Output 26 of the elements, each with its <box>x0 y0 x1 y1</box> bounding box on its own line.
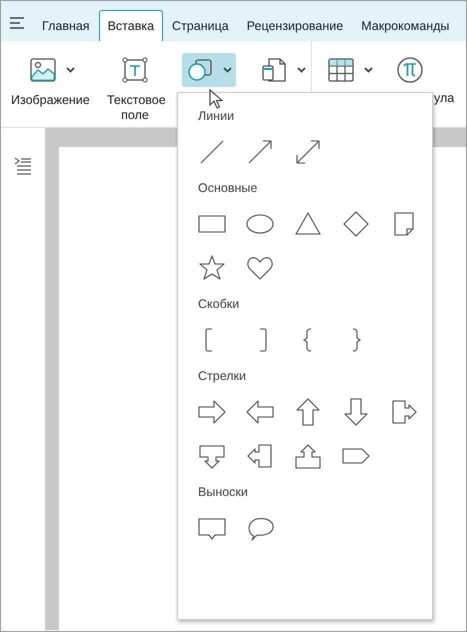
tab[interactable]: Главная <box>33 10 99 41</box>
image-icon <box>28 56 56 84</box>
outline-icon[interactable] <box>13 156 33 176</box>
tab[interactable]: Макрокоманды <box>352 10 458 41</box>
pi-icon <box>396 56 424 84</box>
section-title: Основные <box>198 181 258 195</box>
tab[interactable]: Страница <box>163 10 238 41</box>
button-label: ула <box>434 91 454 106</box>
section-title: Выноски <box>198 485 248 499</box>
menu-icon[interactable] <box>10 17 24 29</box>
caret-icon[interactable] <box>296 67 306 73</box>
button-label: Текстовое поле <box>107 93 163 123</box>
section-title: Линии <box>198 109 234 123</box>
table-icon <box>326 56 354 84</box>
button-label: Изображение <box>11 93 89 108</box>
caret-icon[interactable] <box>66 67 74 73</box>
page-icon <box>260 56 288 84</box>
caret-icon[interactable] <box>364 67 372 73</box>
diamond-icon[interactable] <box>341 209 371 239</box>
caret-icon[interactable] <box>223 67 232 73</box>
text-box-icon <box>121 56 149 84</box>
shapes-button[interactable] <box>182 53 236 87</box>
tab[interactable]: Вставка <box>98 10 164 41</box>
section-title: Скобки <box>198 297 240 311</box>
tab[interactable]: Рецензирование <box>238 10 352 41</box>
section-title: Стрелки <box>198 369 246 383</box>
